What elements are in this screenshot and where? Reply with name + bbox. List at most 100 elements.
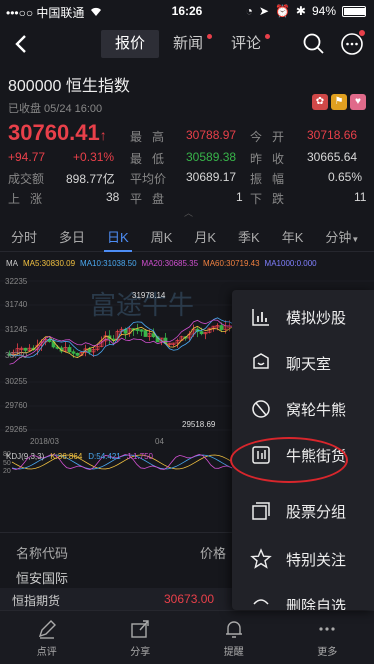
high-value: 30788.97 bbox=[186, 128, 237, 142]
status-bar: •••○○ 中国联通 16:26 ◔ ➤ ⏰ ✱ 94% bbox=[0, 0, 374, 22]
period-tab-active[interactable]: 日K bbox=[96, 226, 140, 252]
y-tick: 29760 bbox=[5, 401, 28, 410]
period-tab[interactable]: 月K bbox=[183, 226, 227, 251]
location-icon: ➤ bbox=[258, 4, 269, 18]
search-button[interactable] bbox=[302, 32, 326, 56]
amplitude-value: 0.65% bbox=[328, 170, 363, 184]
period-tabs: 分时 多日 日K 周K 月K 季K 年K 分钟▼ bbox=[0, 226, 374, 252]
menu-item-warrants[interactable]: 窝轮牛熊 bbox=[232, 386, 374, 432]
low-label: 最低 bbox=[130, 152, 175, 166]
prev-close-value: 30665.64 bbox=[307, 150, 358, 164]
kdj-legend-item: D:54.421 bbox=[88, 452, 121, 461]
expand-arrow-icon[interactable]: ︿ bbox=[184, 206, 193, 219]
nav-tabs: 报价 新闻 评论 bbox=[101, 30, 275, 58]
search-icon bbox=[303, 33, 324, 54]
candle bbox=[87, 348, 92, 353]
share-icon bbox=[131, 619, 149, 638]
ma-legend: MA MA5:30830.09 MA10:31038.50 MA20:30685.35… bbox=[6, 259, 317, 268]
kdj-legend-item: J:1.750 bbox=[126, 452, 153, 461]
list-item[interactable]: 恒安国际 bbox=[16, 568, 68, 586]
candle bbox=[219, 325, 224, 330]
candle bbox=[23, 347, 28, 351]
hk-flag-icon[interactable]: ✿ bbox=[312, 94, 328, 110]
ma-legend-item: MA20:30685.35 bbox=[141, 259, 199, 268]
candle bbox=[199, 331, 204, 335]
low-value: 30589.38 bbox=[186, 150, 237, 164]
avg-label: 平均价 bbox=[130, 172, 167, 186]
battery-icon bbox=[342, 5, 366, 17]
lock-rotation-icon: ◔ bbox=[245, 4, 253, 18]
period-tab[interactable]: 分钟▼ bbox=[314, 226, 370, 251]
period-tab[interactable]: 季K bbox=[227, 226, 271, 251]
highlight-ring bbox=[230, 437, 348, 483]
alert-button[interactable]: 提醒 bbox=[187, 611, 281, 664]
ma-legend-item: MA5:30830.09 bbox=[23, 259, 76, 268]
warrant-icon bbox=[248, 396, 274, 422]
kdj-tick: 20 bbox=[3, 468, 11, 474]
y-tick: 29265 bbox=[5, 425, 28, 434]
bluetooth-icon: ✱ bbox=[295, 4, 306, 18]
alarm-icon: ⏰ bbox=[274, 4, 290, 18]
delete-icon bbox=[248, 592, 274, 610]
comment-icon bbox=[38, 619, 56, 639]
up-count-value: 38 bbox=[106, 190, 120, 204]
kdj-tick: 50 bbox=[3, 460, 11, 467]
period-tab[interactable]: 多日 bbox=[48, 226, 96, 251]
share-button[interactable]: 分享 bbox=[94, 611, 188, 664]
message-button[interactable] bbox=[340, 30, 365, 56]
futures-price: 30673.00 bbox=[164, 592, 215, 606]
up-count-label: 上涨 bbox=[8, 192, 53, 206]
chevron-left-icon bbox=[15, 35, 26, 53]
turnover-value: 898.77亿 bbox=[66, 172, 115, 186]
back-button[interactable] bbox=[8, 30, 36, 58]
ma-legend-item: MA10:31038.50 bbox=[80, 259, 137, 268]
y-tick: 32235 bbox=[5, 277, 28, 286]
candle bbox=[71, 351, 76, 354]
notification-dot bbox=[265, 34, 271, 39]
candle bbox=[143, 330, 148, 337]
menu-item-chatroom[interactable]: 聊天室 bbox=[232, 340, 374, 386]
ma-legend-item: MA1000:0.000 bbox=[264, 259, 317, 268]
stock-title: 800000 恒生指数 bbox=[8, 78, 130, 95]
down-label: 下跌 bbox=[250, 192, 295, 206]
ma-legend-item: MA60:30719.43 bbox=[203, 259, 260, 268]
high-label: 最高 bbox=[130, 130, 175, 144]
menu-item-watch[interactable]: 特别关注 bbox=[232, 536, 374, 582]
period-tab[interactable]: 年K bbox=[271, 226, 315, 251]
connect-icon[interactable]: ⚑ bbox=[331, 94, 347, 110]
group-icon bbox=[248, 498, 274, 524]
tab-comments[interactable]: 评论 bbox=[217, 30, 275, 58]
chart-bars-icon bbox=[248, 304, 274, 330]
menu-item-paper-trading[interactable]: 模拟炒股 bbox=[232, 294, 374, 340]
x-tick: 2018/03 bbox=[30, 437, 59, 446]
futures-name: 恒指期货 bbox=[12, 594, 61, 608]
kdj-legend-item: K:36.864 bbox=[50, 452, 83, 461]
ma-line bbox=[9, 317, 238, 358]
flat-label: 平盘 bbox=[130, 192, 175, 206]
y-tick: 30255 bbox=[5, 377, 28, 386]
period-tab[interactable]: 分时 bbox=[0, 226, 48, 251]
more-button[interactable]: 更多 bbox=[281, 611, 374, 664]
col-name-header[interactable]: 名称代码 bbox=[16, 543, 68, 562]
menu-item-groups[interactable]: 股票分组 bbox=[232, 488, 374, 534]
bottom-toolbar: 点评 分享 提醒 更多 bbox=[0, 610, 374, 664]
tab-quote[interactable]: 报价 bbox=[101, 30, 160, 58]
candle bbox=[135, 328, 140, 331]
prev-close-label: 昨收 bbox=[250, 152, 295, 166]
chat-icon bbox=[248, 350, 274, 376]
period-tab[interactable]: 周K bbox=[140, 226, 184, 251]
heart-icon[interactable]: ♥ bbox=[350, 94, 366, 110]
ma-legend-item: MA bbox=[6, 259, 18, 268]
comment-button[interactable]: 点评 bbox=[0, 611, 94, 664]
y-tick: 31245 bbox=[5, 325, 28, 334]
flat-value: 1 bbox=[236, 190, 243, 204]
notification-dot bbox=[359, 30, 365, 36]
menu-item-delete[interactable]: 删除自选 bbox=[232, 582, 374, 610]
caret-down-icon: ▼ bbox=[351, 235, 360, 244]
nav-bar: 报价 新闻 评论 bbox=[0, 22, 374, 66]
badges: ✿ ⚑ ♥ bbox=[312, 94, 366, 110]
max-annotation: 31978.14 bbox=[132, 291, 166, 300]
col-price-header[interactable]: 价格 bbox=[200, 543, 226, 562]
candle bbox=[139, 329, 144, 332]
tab-news[interactable]: 新闻 bbox=[159, 30, 217, 58]
